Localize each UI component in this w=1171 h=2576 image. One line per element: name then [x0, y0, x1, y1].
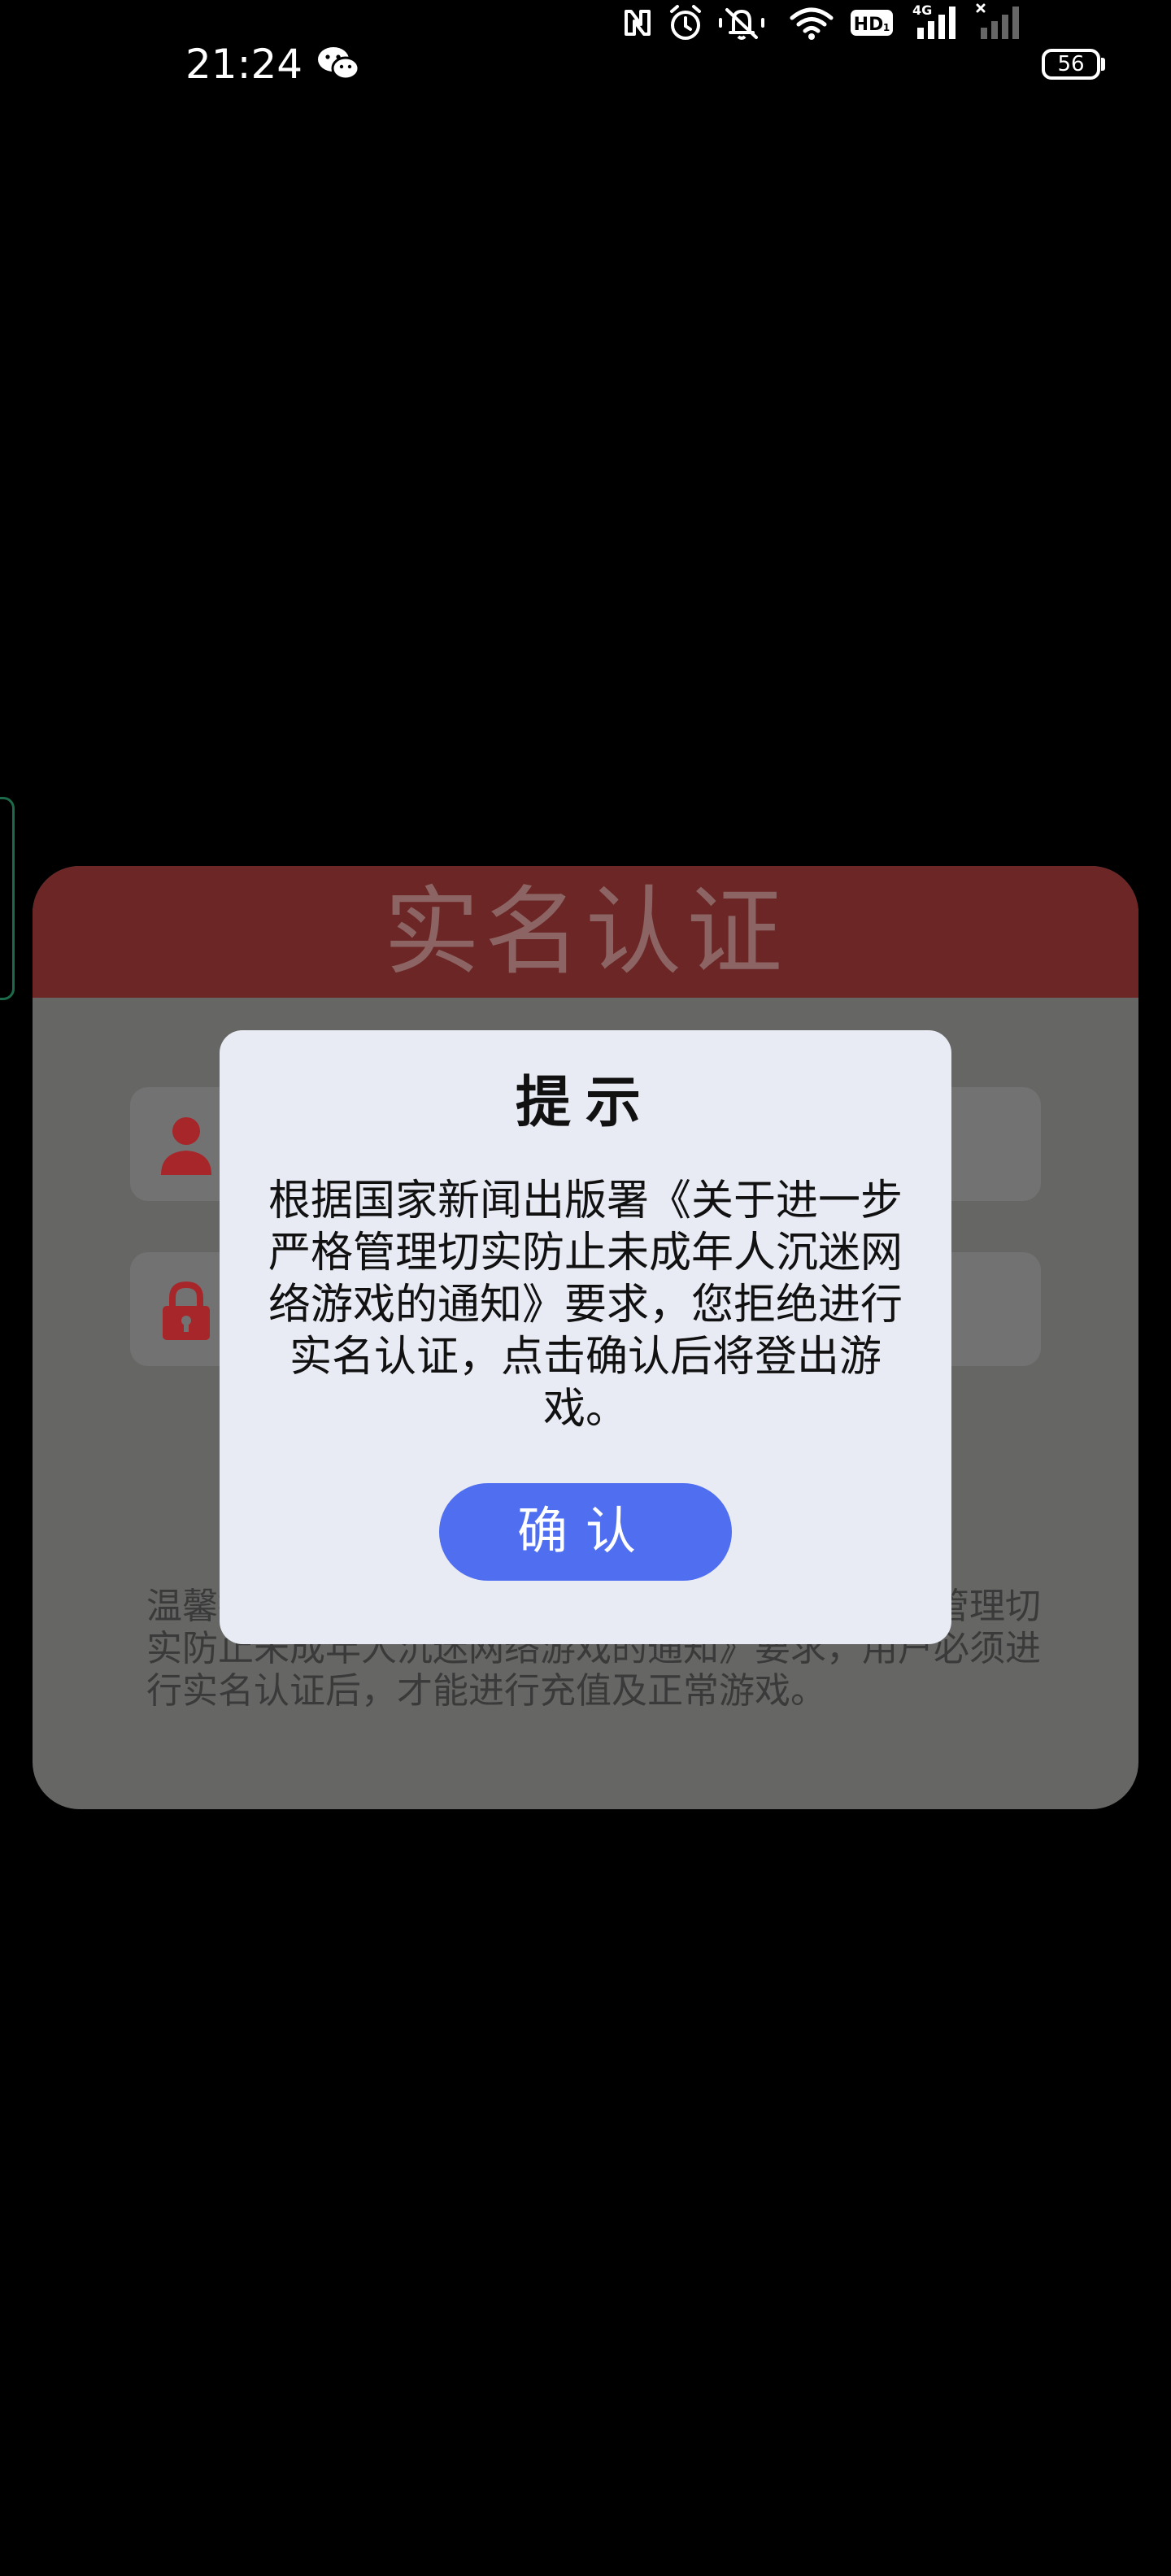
lock-icon: [163, 1281, 210, 1340]
svg-text:HD: HD: [854, 15, 884, 35]
wifi-icon: [790, 7, 834, 40]
alarm-icon: [670, 5, 701, 40]
screen: 21:24 HD 1 4G 56 实名认证 温馨提示 格管理切实防止未成年人沉迷…: [0, 0, 1171, 2576]
svg-text:1: 1: [883, 22, 890, 33]
svg-text:4G: 4G: [912, 2, 932, 18]
signal-4g-icon: 4G: [912, 2, 956, 39]
floating-side-tab[interactable]: [0, 797, 15, 1000]
nfc-icon: [625, 10, 651, 36]
user-icon: [161, 1117, 211, 1175]
battery-level: 56: [1057, 52, 1085, 76]
auth-card-title: 实名认证: [383, 876, 787, 988]
auth-card-header: 实名认证: [33, 866, 1138, 998]
mute-icon: [719, 8, 764, 40]
wechat-icon: [318, 47, 359, 80]
status-bar: 21:24 HD 1 4G 56: [0, 0, 1171, 130]
battery-nub: [1101, 58, 1105, 71]
dialog-message: 根据国家新闻出版署《关于进一步严格管理切实防止未成年人沉迷网络游戏的通知》要求，…: [268, 1177, 903, 1434]
status-time: 21:24: [185, 41, 303, 88]
confirm-button[interactable]: 确认: [439, 1483, 732, 1581]
prompt-dialog: 提示 根据国家新闻出版署《关于进一步严格管理切实防止未成年人沉迷网络游戏的通知》…: [220, 1030, 951, 1644]
dialog-title: 提示: [515, 1071, 655, 1135]
signal-off-icon: [976, 3, 1019, 39]
hd-icon: HD 1: [851, 10, 893, 36]
